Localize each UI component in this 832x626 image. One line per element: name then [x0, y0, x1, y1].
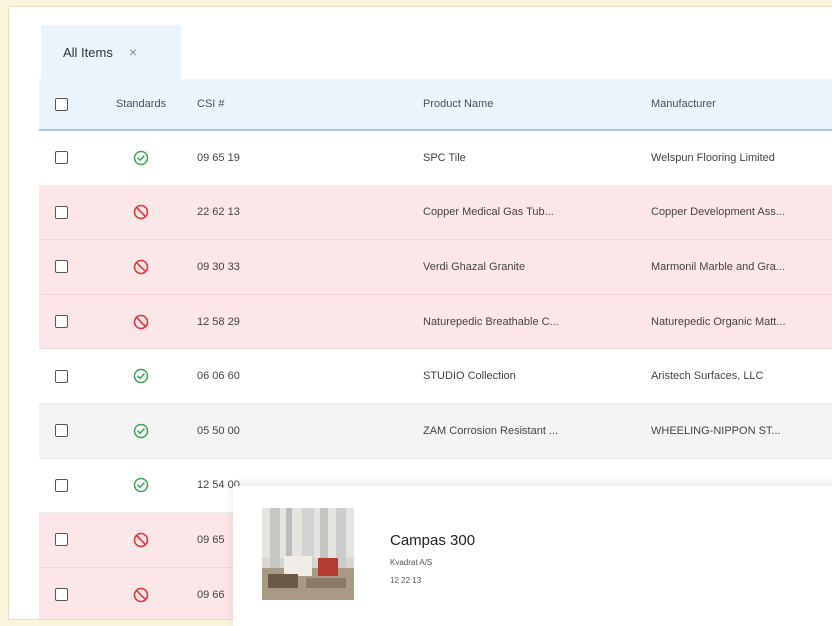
standards-cell: [101, 186, 181, 240]
row-select-cell: [55, 568, 79, 619]
manufacturer-cell: Aristech Surfaces, LLC: [651, 370, 764, 383]
table-header: Standards CSI # Product Name Manufacture…: [39, 79, 832, 131]
standards-cell: [101, 513, 181, 567]
prohibited-icon: [133, 314, 149, 330]
csi-cell: 22 62 13: [197, 206, 240, 219]
row-checkbox[interactable]: [55, 260, 68, 274]
row-checkbox[interactable]: [55, 424, 68, 438]
manufacturer-cell: WHEELING-NIPPON ST...: [651, 424, 781, 437]
standards-cell: [101, 295, 181, 349]
standards-cell: [101, 349, 181, 403]
table-row[interactable]: 09 65 19 SPC Tile Welspun Flooring Limited: [39, 131, 832, 186]
prohibited-icon: [133, 259, 149, 275]
row-select-cell: [55, 295, 79, 349]
csi-cell: 06 06 60: [197, 370, 240, 383]
preview-manufacturer: Kvadrat A/S: [390, 558, 433, 567]
csi-cell: 09 30 33: [197, 260, 240, 273]
product-thumbnail: [262, 508, 354, 600]
csi-cell: 05 50 00: [197, 424, 240, 437]
preview-csi: 12 22 13: [390, 576, 422, 585]
select-all-checkbox[interactable]: [55, 97, 68, 111]
check-circle-icon: [133, 150, 149, 166]
table-row[interactable]: 09 30 33 Verdi Ghazal Granite Marmonil Mar…: [39, 240, 832, 295]
product-name-cell: ZAM Corrosion Resistant ...: [423, 424, 559, 437]
product-name-cell: Verdi Ghazal Granite: [423, 260, 526, 273]
check-circle-icon: [133, 368, 149, 384]
row-select-cell: [55, 349, 79, 403]
prohibited-icon: [133, 532, 149, 548]
standards-cell: [101, 568, 181, 619]
row-select-cell: [55, 240, 79, 294]
manufacturer-cell: Copper Development Ass...: [651, 206, 785, 219]
csi-cell: 09 65 19: [197, 151, 240, 164]
product-preview-card[interactable]: Campas 300 Kvadrat A/S 12 22 13: [233, 486, 832, 626]
row-checkbox[interactable]: [55, 478, 68, 492]
row-checkbox[interactable]: [55, 205, 68, 219]
csi-cell: 12 58 29: [197, 315, 240, 328]
tab-all-items[interactable]: All Items ×: [41, 25, 181, 79]
tab-bar: All Items ×: [9, 7, 832, 79]
column-header-product-name[interactable]: Product Name: [423, 79, 623, 129]
standards-cell: [101, 459, 181, 513]
standards-cell: [101, 240, 181, 294]
tab-label: All Items: [63, 44, 113, 60]
column-header-standards[interactable]: Standards: [101, 79, 181, 129]
product-name-cell: Copper Medical Gas Tub...: [423, 206, 554, 219]
table-row[interactable]: 22 62 13 Copper Medical Gas Tub... Copper …: [39, 185, 832, 241]
product-name-cell: STUDIO Collection: [423, 370, 516, 383]
close-icon[interactable]: ×: [129, 45, 137, 59]
table-row[interactable]: 12 58 29 Naturepedic Breathable C... Natur…: [39, 294, 832, 350]
product-name-cell: Naturepedic Breathable C...: [423, 315, 559, 328]
product-name-cell: SPC Tile: [423, 151, 466, 164]
row-select-cell: [55, 186, 79, 240]
standards-cell: [101, 404, 181, 458]
row-select-cell: [55, 459, 79, 513]
row-checkbox[interactable]: [55, 533, 68, 547]
prohibited-icon: [133, 204, 149, 220]
row-checkbox[interactable]: [55, 315, 68, 329]
manufacturer-cell: Marmonil Marble and Gra...: [651, 260, 785, 273]
table-row[interactable]: 06 06 60 STUDIO Collection Aristech Surfac…: [39, 349, 832, 404]
row-checkbox[interactable]: [55, 151, 68, 165]
select-all-cell: [55, 79, 79, 129]
check-circle-icon: [133, 423, 149, 439]
column-header-csi[interactable]: CSI #: [197, 79, 347, 129]
column-header-manufacturer[interactable]: Manufacturer: [651, 79, 832, 129]
manufacturer-cell: Naturepedic Organic Matt...: [651, 315, 786, 328]
row-checkbox[interactable]: [55, 369, 68, 383]
manufacturer-cell: Welspun Flooring Limited: [651, 151, 775, 164]
row-checkbox[interactable]: [55, 588, 68, 602]
row-select-cell: [55, 131, 79, 185]
row-select-cell: [55, 513, 79, 567]
check-circle-icon: [133, 477, 149, 493]
prohibited-icon: [133, 587, 149, 603]
preview-title: Campas 300: [390, 532, 476, 549]
table-row[interactable]: 05 50 00 ZAM Corrosion Resistant ... WHEEL…: [39, 403, 832, 459]
standards-cell: [101, 131, 181, 185]
row-select-cell: [55, 404, 79, 458]
